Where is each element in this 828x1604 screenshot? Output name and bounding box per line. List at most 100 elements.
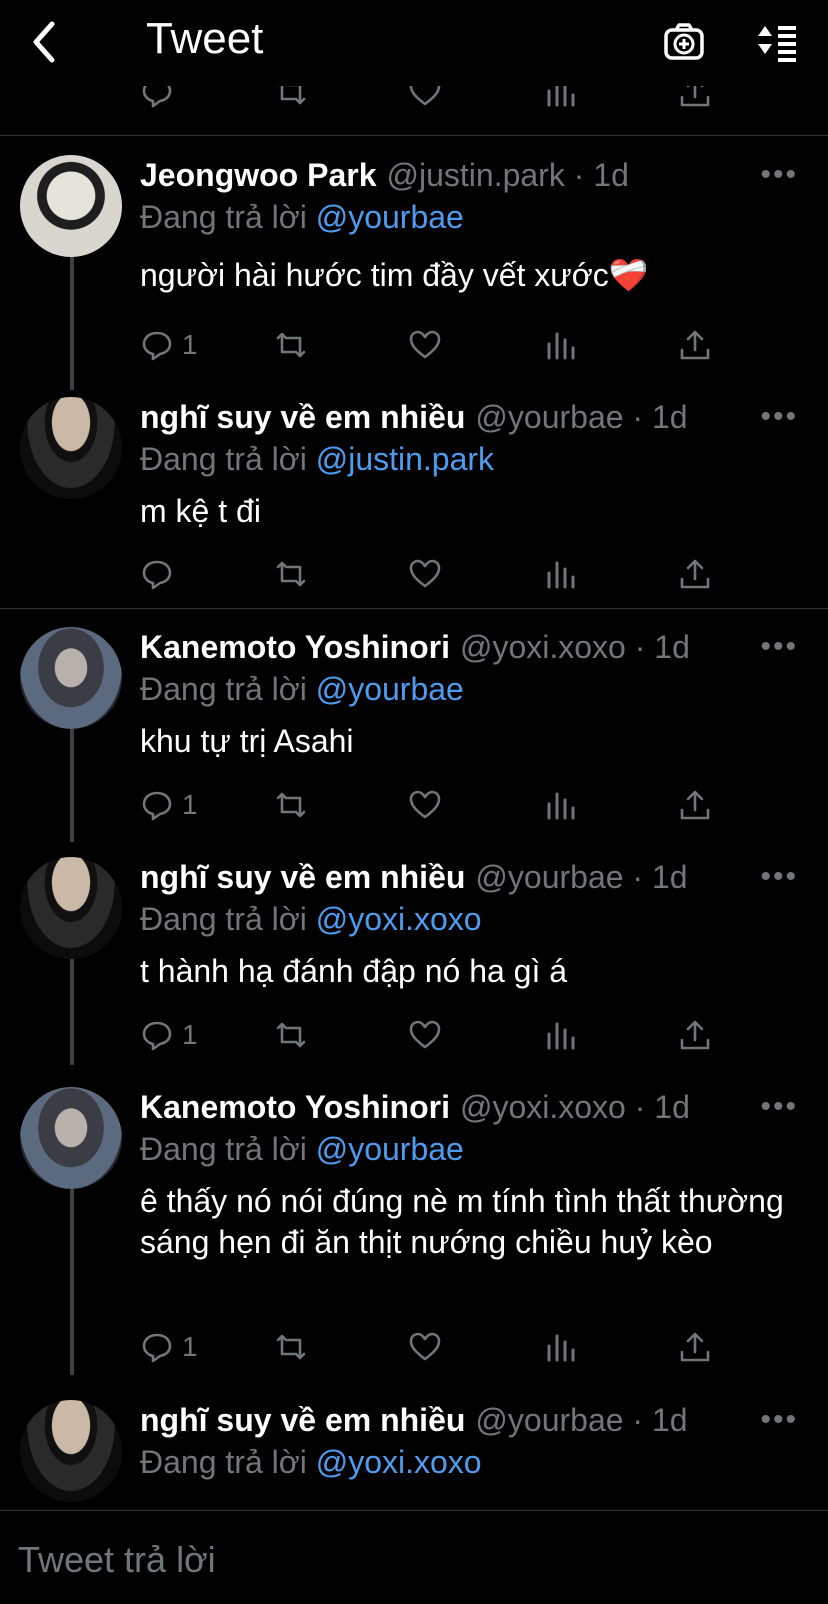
retweet-icon [276,1334,306,1360]
avatar[interactable] [20,1400,122,1502]
views-icon [547,332,575,360]
share-icon[interactable] [678,86,712,112]
tweet-actions: 1 [0,785,828,825]
views-icon[interactable] [544,86,578,112]
views-icon [547,1334,575,1362]
reply-icon [142,791,172,821]
reply-mention[interactable]: @yourbae [316,1131,464,1167]
display-name[interactable]: Kanemoto Yoshinori [140,1089,450,1125]
reply-button[interactable]: 1 [140,325,198,365]
retweet-button[interactable] [274,1327,308,1367]
reply-label: Đang trả lời [140,199,307,235]
reply-button[interactable] [140,554,182,594]
views-icon [547,561,575,589]
like-icon [409,559,441,588]
retweet-button[interactable] [274,785,308,825]
views-icon [547,792,575,820]
tweet-actions: 1 [0,325,828,365]
views-button[interactable] [544,325,578,365]
more-icon[interactable]: ••• [760,862,798,892]
like-button[interactable] [408,785,442,825]
like-icon[interactable] [408,86,442,112]
reply-icon[interactable] [140,86,174,112]
more-icon[interactable]: ••• [760,402,798,432]
display-name[interactable]: nghĩ suy về em nhiều [140,1402,465,1438]
camera-add-icon[interactable] [662,20,706,64]
retweet-icon [276,792,306,818]
sort-icon[interactable] [754,20,798,64]
reply-mention[interactable]: @yourbae [316,199,464,235]
reply-icon [142,331,172,361]
divider [0,608,828,609]
share-button[interactable] [678,1015,712,1055]
reply-icon [142,1021,172,1051]
reply-mention[interactable]: @yoxi.xoxo [316,1444,482,1480]
avatar[interactable] [20,627,122,729]
tweet-text: m kệ t đi [140,493,261,529]
reply-label: Đang trả lời [140,1131,307,1167]
tweet-actions: 1 [0,1015,828,1055]
like-button[interactable] [408,1015,442,1055]
back-arrow-icon[interactable] [26,18,66,66]
avatar[interactable] [20,1087,122,1189]
views-button[interactable] [544,554,578,594]
share-icon [680,330,710,360]
views-icon [547,1022,575,1050]
reply-label: Đang trả lời [140,901,307,937]
divider [0,135,828,136]
reply-label: Đang trả lời [140,671,307,707]
handle: @yourbae · 1d [475,859,688,895]
more-icon[interactable]: ••• [760,632,798,662]
share-icon [680,1020,710,1050]
thread-line [70,250,74,390]
display-name[interactable]: Kanemoto Yoshinori [140,629,450,665]
share-button[interactable] [678,785,712,825]
handle: @yoxi.xoxo · 1d [459,629,690,665]
like-button[interactable] [408,554,442,594]
reply-mention[interactable]: @yoxi.xoxo [316,901,482,937]
like-button[interactable] [408,325,442,365]
reply-label: Đang trả lời [140,441,307,477]
previous-tweet-actions [0,86,828,120]
reply-count: 1 [182,1331,198,1362]
reply-count: 1 [182,789,198,820]
reply-button[interactable]: 1 [140,785,198,825]
top-bar: Tweet [0,0,828,86]
views-button[interactable] [544,1015,578,1055]
share-button[interactable] [678,325,712,365]
more-icon[interactable]: ••• [760,160,798,190]
retweet-button[interactable] [274,1015,308,1055]
tweet-text: khu tự trị Asahi [140,723,354,759]
display-name[interactable]: nghĩ suy về em nhiều [140,859,465,895]
more-icon[interactable]: ••• [760,1405,798,1435]
views-button[interactable] [544,785,578,825]
reply-mention[interactable]: @yourbae [316,671,464,707]
display-name[interactable]: Jeongwoo Park [140,157,377,193]
tweet-text: ê thấy nó nói đúng nè m tính tình thất t… [140,1183,784,1260]
like-icon [409,330,441,359]
reply-label: Đang trả lời [140,1444,307,1480]
reply-mention[interactable]: @justin.park [316,441,494,477]
share-button[interactable] [678,1327,712,1367]
retweet-icon[interactable] [274,86,308,112]
retweet-button[interactable] [274,554,308,594]
retweet-button[interactable] [274,325,308,365]
more-icon[interactable]: ••• [760,1092,798,1122]
reply-composer[interactable]: Tweet trả lời [0,1510,828,1604]
share-button[interactable] [678,554,712,594]
like-button[interactable] [408,1327,442,1367]
reply-input[interactable]: Tweet trả lời [18,1539,216,1581]
page-title: Tweet [146,14,264,63]
tweet-text: người hài hước tim đầy vết xước❤️‍🩹 [140,257,649,293]
avatar[interactable] [20,857,122,959]
retweet-icon [276,332,306,358]
reply-button[interactable]: 1 [140,1327,198,1367]
reply-button[interactable]: 1 [140,1015,198,1055]
avatar[interactable] [20,155,122,257]
handle: @yourbae · 1d [475,399,688,435]
reply-icon [142,560,172,590]
views-button[interactable] [544,1327,578,1367]
like-icon [409,790,441,819]
display-name[interactable]: nghĩ suy về em nhiều [140,399,465,435]
avatar[interactable] [20,397,122,499]
